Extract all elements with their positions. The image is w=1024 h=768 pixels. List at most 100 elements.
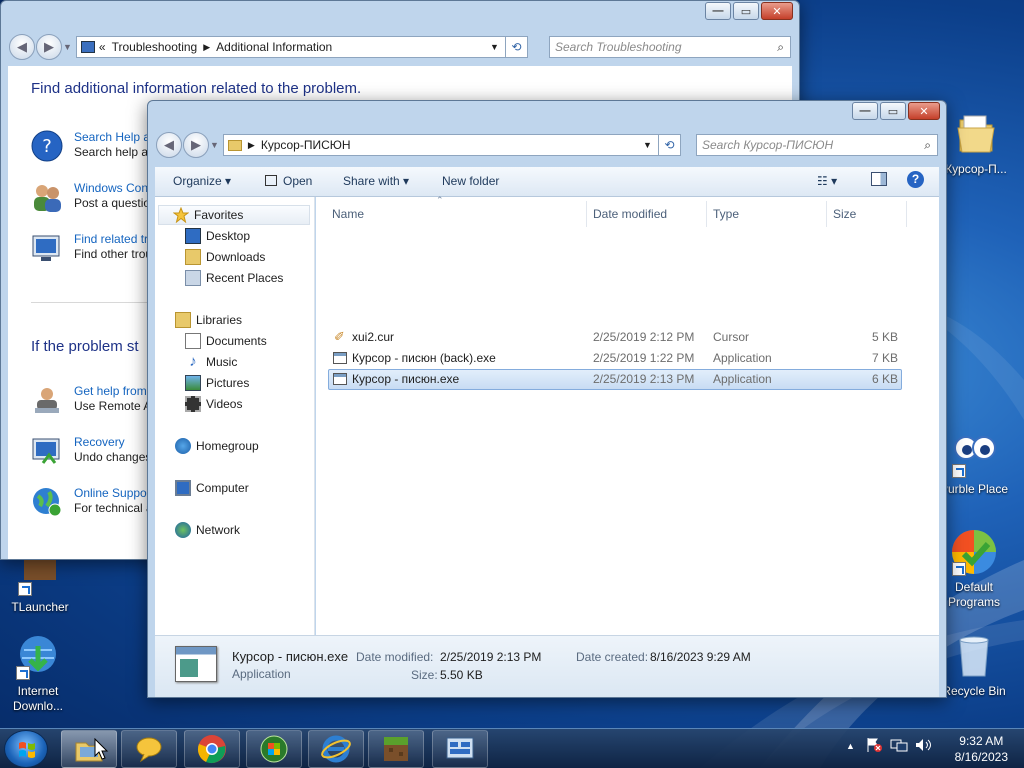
refresh-button[interactable]: ⟲ [658,134,681,156]
clock-date: 8/16/2023 [954,750,1008,764]
column-header-date[interactable]: Date modified [593,207,667,221]
close-icon: ✕ [772,5,782,18]
close-button[interactable]: ✕ [761,2,793,20]
refresh-button[interactable]: ⟲ [505,36,528,58]
star-icon [173,207,189,223]
minimize-button[interactable]: — [852,102,878,120]
back-arrow-icon: ◀ [164,137,174,152]
action-center-icon[interactable] [866,737,882,756]
preview-pane-button[interactable] [871,172,887,189]
nav-item-libraries[interactable]: Libraries [175,310,242,330]
breadcrumb-additional-information[interactable]: Additional Information [216,40,332,54]
view-options-button[interactable]: ☷ ▾ [817,174,837,188]
application-file-icon [333,352,347,364]
nav-item-videos[interactable]: Videos [185,394,242,414]
minimize-button[interactable]: — [705,2,731,20]
people-icon [34,185,61,212]
breadcrumb-current-folder[interactable]: Курсор-ПИСЮН [261,138,351,152]
taskbar-control-panel-button[interactable] [432,730,488,768]
shortcut-arrow-icon [952,562,966,576]
clock-time: 9:32 AM [959,734,1004,748]
search-icon[interactable]: ⌕ [777,40,784,55]
file-row[interactable]: ✐ xui2.cur 2/25/2019 2:12 PM Cursor 5 KB [328,327,902,348]
system-clock[interactable]: 9:32 AM 8/16/2023 [955,733,1008,765]
forward-button[interactable]: ▶ [36,34,62,60]
taskbar: ▲ 9:32 AM 8/16/2023 [0,728,1024,768]
nav-item-music[interactable]: ♪ Music [185,352,237,372]
nav-item-downloads[interactable]: Downloads [185,247,265,267]
breadcrumb-troubleshooting[interactable]: Troubleshooting [112,40,198,54]
column-header-type[interactable]: Type [713,207,739,221]
recovery-icon [32,438,60,464]
libraries-icon [175,312,191,328]
chat-bubble-icon [136,737,162,763]
taskbar-chat-button[interactable] [121,730,177,768]
address-bar[interactable]: « Troubleshooting ▶ Additional Informati… [75,36,506,58]
computer-icon [175,480,191,496]
title-bar[interactable]: — ▭ ✕ [148,101,946,131]
maximize-button[interactable]: ▭ [880,102,906,120]
breadcrumb-overflow-icon[interactable]: « [99,40,106,54]
volume-icon[interactable] [914,737,932,756]
details-created-label: Date created: [576,650,649,664]
forward-button[interactable]: ▶ [183,132,209,158]
file-thumbnail-icon [175,646,217,682]
desktop-icon-internet-download-manager[interactable]: Internet Downlo... [0,632,80,714]
minimize-icon: — [859,105,871,117]
address-dropdown-icon[interactable]: ▼ [490,42,499,52]
help-button[interactable]: ? [907,171,924,188]
network-status-icon[interactable] [890,737,908,756]
nav-item-recent-places[interactable]: Recent Places [185,268,283,288]
new-folder-button[interactable]: New folder [442,174,499,188]
column-header-size[interactable]: Size [833,207,856,221]
nav-item-homegroup[interactable]: Homegroup [175,436,259,456]
back-button[interactable]: ◀ [9,34,35,60]
taskbar-internet-explorer-button[interactable] [308,730,364,768]
sort-indicator-icon: ⌃ [436,195,444,205]
downloads-icon [185,249,201,265]
file-row[interactable]: Курсор - писюн (back).exe 2/25/2019 1:22… [328,348,902,369]
globe-icon [33,488,62,517]
taskbar-chrome-button[interactable] [184,730,240,768]
explorer-window[interactable]: — ▭ ✕ ◀ ▶ ▼ ▶ Курсор-ПИСЮН ▼ ⟲ Search Ку… [147,100,947,698]
help-icon: ? [907,171,924,188]
start-button[interactable] [4,730,48,768]
column-header-name[interactable]: Name [332,207,364,221]
chrome-icon [197,735,226,764]
search-icon[interactable]: ⌕ [924,138,931,153]
nav-item-pictures[interactable]: Pictures [185,373,249,393]
nav-item-desktop[interactable]: Desktop [185,226,250,246]
recent-pages-icon[interactable]: ▼ [63,42,72,52]
remote-assistance-icon [35,388,59,413]
search-input[interactable]: Search Курсор-ПИСЮН ⌕ [696,134,938,156]
open-button[interactable]: Open [265,174,312,188]
preview-pane-icon [871,172,887,186]
nav-item-favorites[interactable]: Favorites [158,205,310,225]
taskbar-minecraft-button[interactable] [368,730,424,768]
file-row-selected[interactable]: Курсор - писюн.exe 2/25/2019 2:13 PM App… [328,369,902,390]
recent-pages-icon[interactable]: ▼ [210,140,219,150]
maximize-button[interactable]: ▭ [733,2,759,20]
windows-logo-icon [19,742,35,758]
search-placeholder: Search Курсор-ПИСЮН [702,138,834,152]
details-modified-label: Date modified: [356,650,434,664]
organize-button[interactable]: Organize ▾ [173,174,231,188]
nav-item-computer[interactable]: Computer [175,478,249,498]
breadcrumb-separator-icon: ▶ [203,41,211,52]
recycle-bin-icon [950,632,998,680]
back-button[interactable]: ◀ [156,132,182,158]
desktop-icon-label: Internet Downlo... [12,684,64,713]
share-with-button[interactable]: Share with ▾ [343,174,409,188]
application-file-icon [333,373,347,385]
nav-item-documents[interactable]: Documents [185,331,267,351]
address-dropdown-icon[interactable]: ▼ [643,140,652,150]
details-modified-value: 2/25/2019 2:13 PM [440,650,542,664]
search-input[interactable]: Search Troubleshooting ⌕ [549,36,791,58]
address-bar[interactable]: ▶ Курсор-ПИСЮН ▼ [222,134,659,156]
taskbar-windows-button[interactable] [246,730,302,768]
details-file-type: Application [232,667,291,681]
nav-item-network[interactable]: Network [175,520,240,540]
close-button[interactable]: ✕ [908,102,940,120]
show-hidden-icons-button[interactable]: ▲ [846,741,855,751]
title-bar[interactable]: — ▭ ✕ [1,1,799,31]
